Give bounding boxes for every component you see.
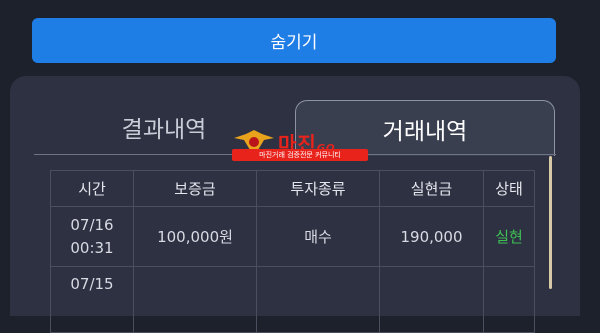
table-row: 07/15 [50, 266, 535, 333]
cell-realized [379, 266, 484, 333]
watermark-subtitle: 마진거래 검증전문 커뮤니티 [232, 149, 368, 161]
cell-date: 07/16 [70, 215, 114, 234]
cell-clock: 00:31 [70, 238, 114, 257]
cell-status: 실현 [483, 206, 535, 267]
tab-trades-label: 거래내역 [382, 118, 468, 145]
cell-realized: 190,000 [379, 206, 484, 267]
cell-date: 07/15 [70, 275, 114, 293]
hide-button[interactable]: 숨기기 [32, 18, 556, 63]
hide-button-label: 숨기기 [270, 33, 318, 53]
header-realized: 실현금 [379, 170, 484, 207]
cell-time: 07/15 [50, 266, 134, 333]
header-status: 상태 [483, 170, 535, 207]
cell-time: 07/16 00:31 [50, 206, 134, 267]
watermark: 마진GO 마진거래 검증전문 커뮤니티 [232, 128, 372, 162]
cell-type: 매수 [256, 206, 380, 267]
cell-deposit: 100,000원 [133, 206, 257, 267]
trade-history-table: 시간 보증금 투자종류 실현금 상태 07/16 00:31 100,000원 … [50, 170, 535, 333]
cell-deposit [133, 266, 257, 333]
cell-type [256, 266, 380, 333]
tab-results-label: 결과내역 [121, 117, 207, 143]
table-header-row: 시간 보증금 투자종류 실현금 상태 [50, 170, 535, 207]
header-deposit: 보증금 [133, 170, 257, 207]
table-row: 07/16 00:31 100,000원 매수 190,000 실현 [50, 206, 535, 267]
scrollbar[interactable] [549, 156, 552, 289]
cell-status [483, 266, 535, 333]
header-type: 투자종류 [256, 170, 380, 207]
header-time: 시간 [50, 170, 134, 207]
